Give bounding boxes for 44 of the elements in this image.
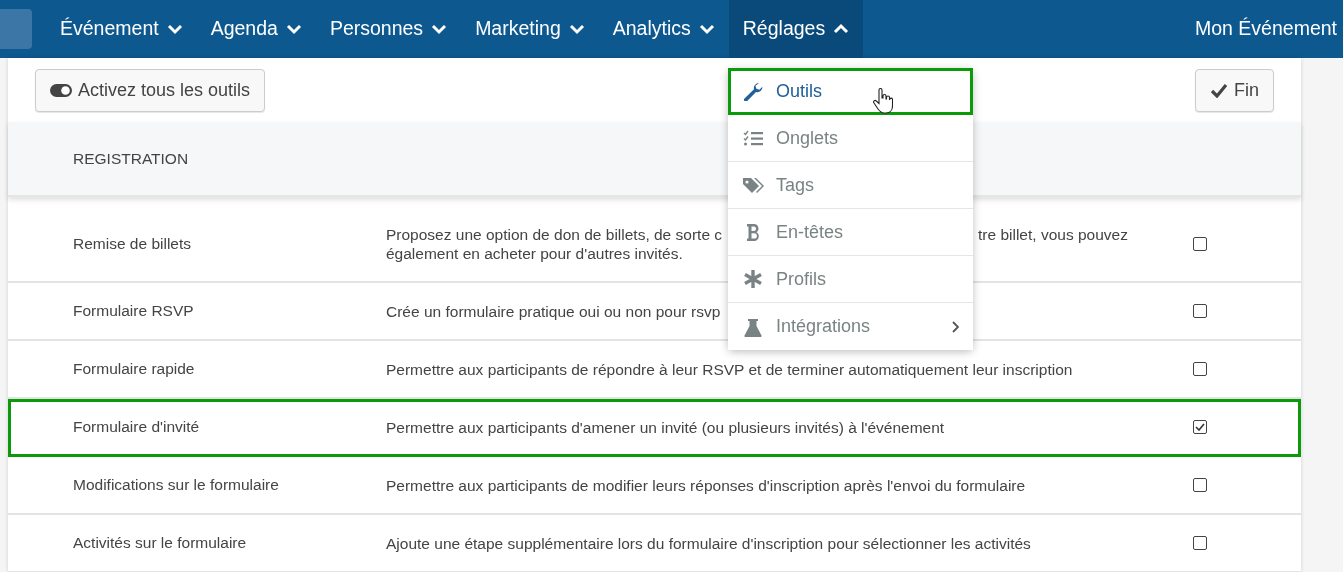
tool-name: Activités sur le formulaire: [73, 534, 247, 552]
tags-icon: [742, 175, 764, 195]
menu-item[interactable]: Tags: [728, 162, 973, 209]
table-cell: tre billet, vous pouvez: [978, 225, 1128, 244]
table-cell: Permettre aux participants de répondre à leur RSVP et de terminer automatiquement leur inscription: [386, 360, 1073, 378]
table-cell: Permettre aux participants d'amener un invité (ou plusieurs invités) à l'événement: [386, 418, 945, 436]
checklist-icon: [742, 128, 764, 148]
tool-name: Formulaire d'invité: [73, 418, 200, 436]
checkbox[interactable]: [1193, 478, 1207, 492]
toggle-all-button[interactable]: Activez tous les outils: [35, 68, 266, 112]
asterisk-icon: [742, 269, 764, 289]
tool-name: Formulaire rapide: [73, 360, 195, 378]
nav-menu-button[interactable]: Événement: [46, 0, 197, 58]
checkbox[interactable]: [1193, 420, 1207, 434]
event-name: Mon Événement: [1195, 16, 1338, 42]
nav-menu-button[interactable]: Marketing: [461, 0, 599, 58]
checkbox[interactable]: [1193, 362, 1207, 376]
section-heading: REGISTRATION: [73, 148, 189, 169]
menu-item[interactable]: Onglets: [728, 115, 973, 162]
nav-menu-button[interactable]: Analytics: [598, 0, 729, 58]
done-button[interactable]: Fin: [1195, 68, 1274, 112]
table-cell: Proposez une option de don de billets, de sorte c: [386, 226, 723, 243]
menu-item[interactable]: En-têtes: [728, 209, 973, 256]
menu-item[interactable]: Intégrations: [728, 303, 973, 350]
tool-name: Formulaire RSVP: [73, 302, 194, 320]
table-cell: également en acheter pour d'autres invités.: [386, 245, 683, 262]
table-cell: Ajoute une étape supplémentaire lors du formulaire d'inscription pour sélectionner les activités: [386, 534, 1031, 552]
flask-icon: [742, 316, 764, 337]
nav-menu-button[interactable]: Agenda: [196, 0, 316, 58]
toggle-icon: [50, 83, 72, 97]
check-icon: [1210, 82, 1228, 98]
hand-cursor-icon: [873, 88, 893, 114]
wrench-icon: [742, 81, 764, 101]
nav-menu-button[interactable]: Réglages: [728, 0, 864, 58]
checkbox[interactable]: [1193, 536, 1207, 550]
checkbox[interactable]: [1193, 304, 1207, 318]
table-cell: Crée un formulaire pratique oui ou non pour rsvp: [386, 302, 721, 320]
checkbox[interactable]: [1193, 237, 1207, 251]
tool-name: Modifications sur le formulaire: [73, 476, 279, 494]
nav-menu-button[interactable]: Personnes: [315, 0, 462, 58]
table-cell: Permettre aux participants de modifier leurs réponses d'inscription après l'envoi du formulaire: [386, 476, 1026, 494]
menu-item[interactable]: Outils: [728, 68, 973, 115]
tool-name: Remise de billets: [73, 235, 192, 253]
menu-item[interactable]: Profils: [728, 256, 973, 303]
